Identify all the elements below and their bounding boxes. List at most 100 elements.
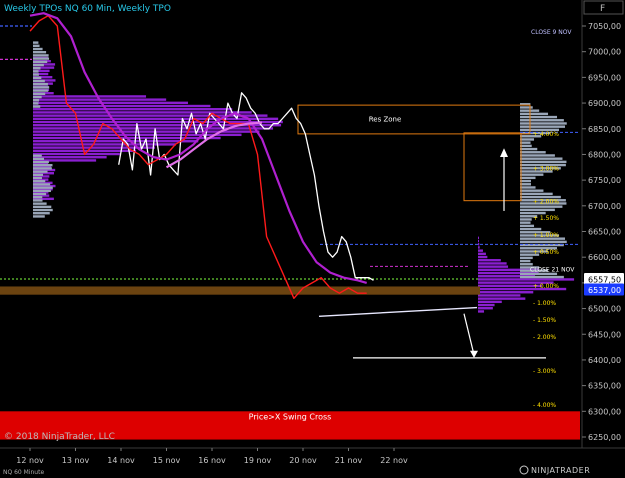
tpo-profile-bar-week2 — [478, 291, 534, 294]
tpo-wing-bar-week2 — [520, 256, 533, 260]
percent-level-label: - 1.50% — [533, 317, 556, 324]
tpo-wing-bar-week1-top — [33, 47, 43, 51]
chart-title: Weekly TPOs NQ 60 Min, Weekly TPO — [4, 4, 171, 14]
price-tag-text: 6557,50 — [588, 276, 621, 285]
tpo-wing-bar-week1-top — [33, 73, 39, 76]
tpo-wing-bar-week1-top — [33, 105, 41, 108]
tpo-wing-bar-week1 — [33, 176, 42, 180]
tpo-profile-bar-week1 — [33, 101, 188, 105]
y-tick-label: 7050,00 — [588, 22, 621, 31]
tpo-profile-bar-week1 — [33, 156, 107, 159]
tpo-wing-bar-week2 — [520, 151, 546, 154]
brand-text: NINJATRADER — [531, 466, 590, 475]
x-tick-label: 22 nov — [380, 456, 408, 465]
y-tick-label: 6850,00 — [588, 125, 621, 134]
tpo-wing-bar-week2 — [520, 259, 531, 263]
percent-level-label: + 1.50% — [533, 215, 559, 222]
tpo-wing-bar-week1-top — [33, 99, 40, 102]
x-tick-label: 20 nov — [289, 456, 317, 465]
tpo-wing-bar-week2 — [520, 189, 544, 192]
tpo-wing-bar-week1 — [33, 170, 48, 173]
tpo-wing-bar-week2 — [520, 160, 567, 164]
tpo-profile-bar-week2 — [478, 255, 488, 259]
price-tag-text: 6537,00 — [588, 286, 621, 295]
tpo-profile-bar-week1 — [33, 140, 199, 143]
tpo-profile-bar-week1 — [33, 152, 120, 156]
tpo-wing-bar-week2 — [520, 147, 538, 151]
tpo-wing-bar-week2 — [520, 263, 533, 266]
tpo-wing-bar-week2 — [520, 112, 549, 116]
tpo-wing-bar-week1 — [33, 189, 51, 193]
tpo-wing-bar-week2 — [520, 106, 533, 109]
tpo-wing-bar-week2 — [520, 186, 536, 189]
percent-level-label: + 4.00% — [533, 131, 559, 138]
tpo-wing-bar-week2 — [520, 115, 558, 119]
ninjatrader-logo: NINJATRADER — [519, 465, 590, 475]
tpo-wing-bar-week1 — [33, 167, 52, 170]
copyright-text: © 2018 NinjaTrader, LLC — [4, 432, 115, 442]
y-tick-label: 7000,00 — [588, 48, 621, 57]
tpo-wing-bar-week1 — [33, 212, 50, 215]
y-tick-label: 6800,00 — [588, 150, 621, 159]
tpo-wing-bar-week2 — [520, 173, 544, 176]
x-tick-label: 15 nov — [153, 456, 181, 465]
tpo-profile-bar-week2 — [478, 278, 575, 281]
tpo-profile-bar-week1 — [33, 95, 147, 98]
tpo-profile-bar-week2 — [478, 294, 521, 297]
y-tick-label: 6250,00 — [588, 433, 621, 442]
tpo-wing-bar-week1 — [33, 157, 45, 161]
tpo-profile-bar-week2 — [478, 303, 495, 307]
instrument-label: NQ 60 Minute — [3, 469, 44, 476]
tpo-profile-bar-week1 — [33, 133, 242, 137]
tpo-wing-bar-week1-top — [33, 44, 40, 48]
tpo-wing-bar-week2 — [520, 275, 564, 279]
tpo-wing-bar-week1-top — [33, 63, 44, 67]
x-tick-label: 19 nov — [244, 456, 272, 465]
percent-level-label: + 0.00% — [533, 283, 559, 290]
tpo-wing-bar-week1-top — [33, 89, 49, 92]
y-tick-label: 6300,00 — [588, 407, 621, 416]
tpo-wing-bar-week1-top — [33, 83, 48, 86]
tpo-profile-bar-week2 — [478, 249, 483, 252]
tpo-wing-bar-week2 — [520, 208, 555, 212]
tpo-wing-bar-week1-top — [33, 86, 50, 89]
tpo-wing-bar-week1 — [33, 192, 47, 196]
close-21-nov-label: CLOSE 21 NOV — [530, 266, 575, 273]
tpo-wing-bar-week1 — [33, 196, 43, 199]
tpo-wing-bar-week1 — [33, 208, 53, 212]
tpo-profile-bar-week2 — [478, 252, 486, 256]
tpo-wing-bar-week2 — [520, 179, 531, 183]
tpo-wing-bar-week2 — [520, 183, 531, 186]
tpo-wing-bar-week2 — [520, 240, 567, 244]
x-tick-label: 16 nov — [198, 456, 226, 465]
x-tick-label: 12 nov — [16, 456, 44, 465]
percent-level-label: + 3.00% — [533, 165, 559, 172]
tpo-wing-bar-week1-top — [33, 41, 39, 44]
tpo-wing-bar-week1-top — [33, 76, 42, 80]
tpo-wing-bar-week1 — [33, 183, 51, 186]
tpo-profile-bar-week2 — [478, 236, 479, 240]
y-tick-label: 6450,00 — [588, 330, 621, 339]
tpo-profile-bar-week2 — [478, 246, 480, 249]
percent-level-label: + 1.00% — [533, 232, 559, 239]
tpo-wing-bar-week1-top — [33, 60, 48, 64]
percent-level-label: - 2.00% — [533, 334, 556, 341]
chart-svg: F + 4.00% + 3.00% + 2.00% + 1.50% + 1.00% + 0… — [0, 0, 625, 478]
tpo-wing-bar-week2 — [520, 154, 555, 157]
tpo-profile-bar-week2 — [478, 239, 479, 243]
percent-level-label: - 4.00% — [533, 402, 556, 409]
tpo-wing-bar-week1 — [33, 199, 43, 202]
tpo-profile-bar-week1 — [33, 117, 279, 121]
tpo-wing-bar-week1 — [33, 186, 53, 189]
tpo-wing-bar-week2 — [520, 218, 532, 221]
tpo-profile-bar-week2 — [478, 300, 502, 304]
tpo-profile-bar-week1 — [33, 127, 274, 130]
tpo-wing-bar-week1-top — [33, 70, 39, 73]
y-tick-label: 6750,00 — [588, 176, 621, 185]
tpo-wing-bar-week1 — [33, 205, 52, 209]
tpo-wing-bar-week1 — [33, 202, 47, 205]
tpo-wing-bar-week2 — [520, 205, 563, 208]
y-tick-label: 6650,00 — [588, 228, 621, 237]
res-zone-label: Res Zone — [369, 115, 402, 123]
tpo-wing-bar-week2 — [520, 119, 564, 122]
